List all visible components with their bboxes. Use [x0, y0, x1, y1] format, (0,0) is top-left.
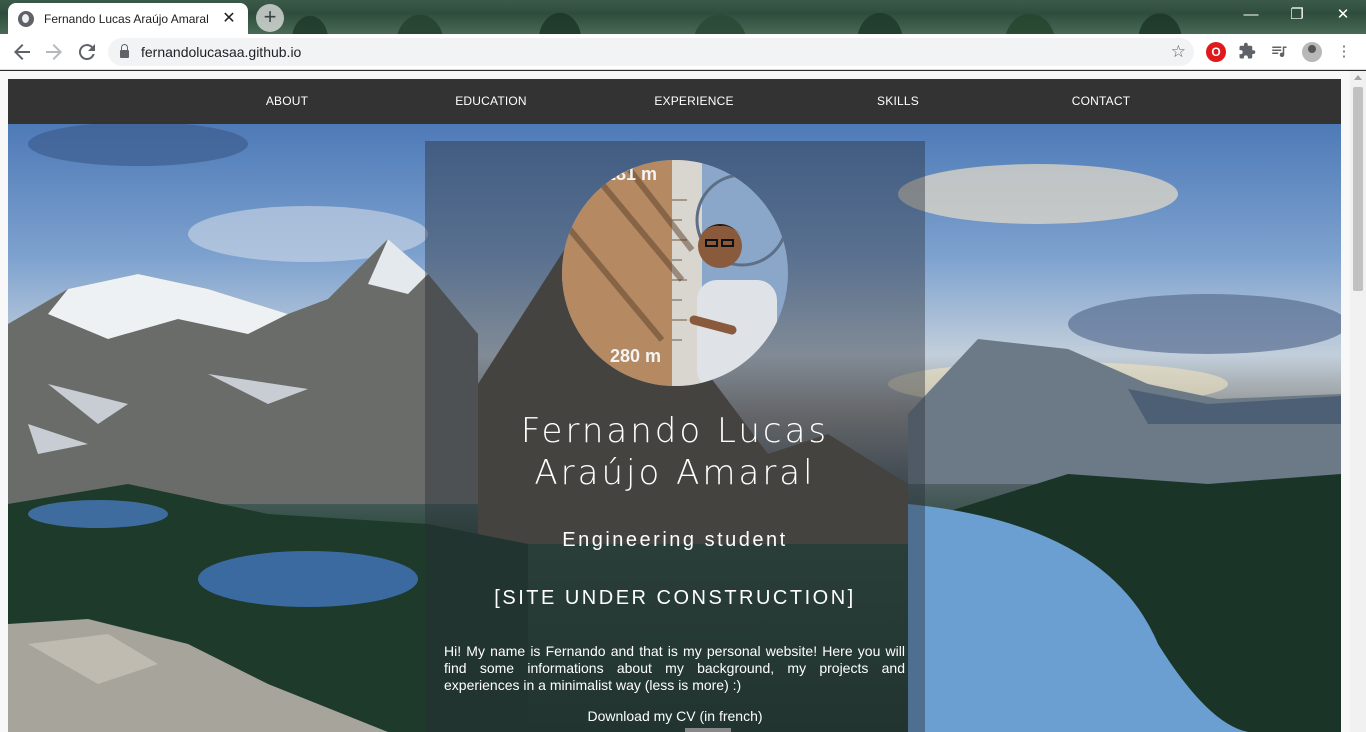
browser-toolbar: fernandolucasaa.github.io ☆ O ⋮ — [0, 34, 1366, 70]
close-window-button[interactable]: ✕ — [1320, 4, 1366, 26]
restore-button[interactable]: ❐ — [1274, 4, 1320, 26]
new-tab-button[interactable]: + — [256, 4, 284, 32]
opera-adblock-icon[interactable]: O — [1206, 42, 1226, 62]
reload-icon[interactable] — [75, 40, 99, 64]
browser-tab[interactable]: Fernando Lucas Araújo Amaral ✕ — [8, 3, 248, 34]
nav-about[interactable]: ABOUT — [266, 94, 308, 108]
globe-icon — [18, 10, 34, 27]
hero-name: Fernando Lucas Araújo Amaral — [425, 410, 925, 494]
profile-avatar-icon[interactable] — [1302, 42, 1322, 62]
nav-contact[interactable]: CONTACT — [1072, 94, 1131, 108]
lock-icon[interactable] — [120, 44, 129, 58]
hero-name-line1: Fernando Lucas — [520, 411, 830, 451]
url-text[interactable]: fernandolucasaa.github.io — [141, 44, 301, 60]
vertical-scrollbar[interactable] — [1350, 71, 1366, 732]
browser-titlebar: Fernando Lucas Araújo Amaral ✕ + — ❐ ✕ — [0, 0, 1366, 34]
construction-notice: [SITE UNDER CONSTRUCTION] — [494, 587, 856, 609]
hero-name-line2: Araújo Amaral — [534, 453, 816, 493]
intro-paragraph: Hi! My name is Fernando and that is my p… — [444, 643, 905, 693]
extensions-icon[interactable] — [1237, 42, 1257, 62]
site-navbar: ABOUT EDUCATION EXPERIENCE SKILLS CONTAC… — [8, 79, 1341, 124]
profile-photo: 281 m 280 m — [562, 160, 788, 386]
tab-title: Fernando Lucas Araújo Amaral — [44, 11, 209, 26]
scroll-up-arrow-icon[interactable] — [1354, 75, 1362, 80]
hero-role: Engineering student — [562, 529, 788, 551]
tab-close-icon[interactable]: ✕ — [220, 10, 238, 27]
forward-arrow-icon[interactable] — [42, 40, 66, 64]
nav-experience[interactable]: EXPERIENCE — [654, 94, 733, 108]
back-arrow-icon[interactable] — [10, 40, 34, 64]
minimize-button[interactable]: — — [1228, 4, 1274, 26]
horizontal-scroll-indicator[interactable] — [685, 728, 731, 732]
media-queue-icon[interactable] — [1269, 42, 1289, 62]
download-cv-link[interactable]: Download my CV (in french) — [425, 708, 925, 724]
star-icon[interactable]: ☆ — [1171, 42, 1186, 62]
scrollbar-thumb[interactable] — [1353, 87, 1363, 291]
menu-kebab-icon[interactable]: ⋮ — [1334, 42, 1354, 62]
photo-mark-bottom: 280 m — [610, 346, 661, 366]
nav-education[interactable]: EDUCATION — [455, 94, 527, 108]
address-bar[interactable]: fernandolucasaa.github.io ☆ — [108, 38, 1194, 66]
nav-skills[interactable]: SKILLS — [877, 94, 919, 108]
